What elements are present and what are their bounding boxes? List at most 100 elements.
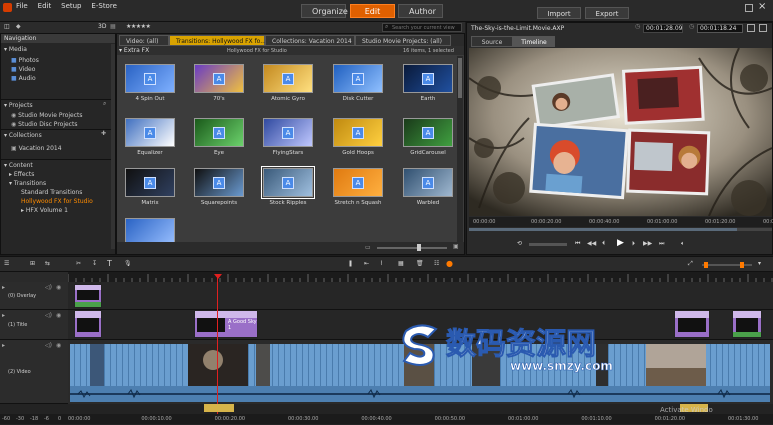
title-clip-a[interactable]	[74, 310, 102, 338]
tab-movie-projects[interactable]: Studio Movie Projects: (all)	[355, 35, 451, 46]
track-visibility-icon[interactable]: ◉	[56, 342, 61, 349]
go-to-start-icon[interactable]: ⏮	[575, 240, 580, 248]
split-icon[interactable]: ⌇	[380, 260, 383, 267]
menu-setup[interactable]: Setup	[61, 2, 81, 10]
title-clip-b[interactable]	[674, 310, 710, 338]
close-icon[interactable]: ×	[758, 1, 766, 12]
content-item-hollywood-fx[interactable]: Hollywood FX for Studio	[21, 197, 93, 206]
projects-item-movie[interactable]: ◉ Studio Movie Projects	[11, 111, 83, 120]
projects-item-disc[interactable]: ◉ Studio Disc Projects	[11, 120, 77, 129]
overlay-lane[interactable]	[68, 282, 773, 310]
timeline-zoom-handle[interactable]	[704, 262, 708, 268]
timeline-bottom-ruler[interactable]: 00:00:00 00:00:10.00 00:00:20.00 00:00:30.0…	[68, 414, 773, 424]
timeline-zoom-slider[interactable]	[702, 264, 752, 266]
mode-organize-button[interactable]: Organize	[301, 4, 348, 18]
projects-search-icon[interactable]: ⌕	[103, 100, 106, 108]
search-input[interactable]: Search your current view	[392, 25, 455, 31]
shuttle-slider[interactable]	[529, 243, 567, 246]
sidebar-toggle-icon[interactable]: ◫	[4, 23, 10, 30]
title-tool-icon[interactable]: T	[107, 259, 112, 268]
timeline-top-ruler[interactable]	[67, 272, 773, 282]
player-scrubber[interactable]	[469, 228, 772, 231]
media-item-video[interactable]: ■ Video	[11, 65, 35, 74]
media-header[interactable]: ▾ Media	[4, 45, 27, 54]
loop-icon[interactable]: ⟲	[517, 240, 522, 247]
disk-cutter-thumbnail[interactable]: A	[333, 64, 383, 93]
toggle-3d[interactable]: 3D	[98, 23, 106, 30]
tab-video[interactable]: Video: (all)	[119, 35, 169, 46]
player-popout-icon[interactable]	[747, 24, 755, 32]
search-box[interactable]: ⌕ Search your current view	[382, 23, 462, 32]
content-header[interactable]: ▾ Content	[4, 161, 33, 170]
volume-icon[interactable]: 🔈︎	[681, 240, 685, 248]
track-header-title[interactable]: ▸ (1) Title ◁) ◉	[0, 310, 68, 340]
rating-filter[interactable]: ★★★★★	[126, 23, 151, 30]
tab-transitions[interactable]: Transitions: Hollywood FX fo...	[169, 35, 266, 46]
grid-icon[interactable]: ▦	[398, 260, 404, 267]
media-item-audio[interactable]: ■ Audio	[11, 74, 36, 83]
zoom-slider-handle[interactable]	[417, 244, 421, 251]
navigation-scrollbar[interactable]	[111, 44, 115, 249]
trim-icon[interactable]: ⇤	[364, 260, 369, 267]
delete-icon[interactable]: 🗑︎	[416, 260, 424, 267]
previous-frame-icon[interactable]: ◀◀	[587, 240, 596, 247]
menu-file[interactable]: File	[16, 2, 28, 10]
track-audio-icon[interactable]: ◁)	[45, 284, 52, 291]
video-preview[interactable]	[469, 48, 772, 216]
marker-flag-icon[interactable]: ●	[446, 259, 453, 268]
marker-icon[interactable]: ↧	[92, 260, 97, 267]
mode-edit-button[interactable]: Edit	[350, 4, 395, 18]
grid-view-icon[interactable]: ▦	[110, 23, 116, 30]
dynamic-length-icon[interactable]: ❚	[348, 260, 353, 267]
maximize-icon[interactable]	[745, 4, 753, 12]
content-item-standard-transitions[interactable]: Standard Transitions	[21, 188, 82, 197]
tab-collections[interactable]: Collections: Vacation 2014	[265, 35, 355, 46]
content-item-hfx-volume-1[interactable]: ▸ HFX Volume 1	[21, 206, 68, 215]
add-collection-icon[interactable]: ✚	[101, 130, 106, 137]
next-frame-icon[interactable]: ▶▶	[643, 240, 652, 247]
go-to-end-icon[interactable]: ⏭	[659, 240, 664, 248]
warbled-thumbnail[interactable]: A	[403, 168, 453, 197]
track-header-overlay[interactable]: ▸ (0) Overlay ◁) ◉	[0, 282, 68, 310]
tag-icon[interactable]: ◆	[16, 23, 21, 30]
matrix-thumbnail[interactable]: A	[125, 168, 175, 197]
seventies-thumbnail[interactable]: A	[194, 64, 244, 93]
atomic-gyro-thumbnail[interactable]: A	[263, 64, 313, 93]
voiceover-icon[interactable]: 🎙︎	[124, 260, 132, 267]
track-collapse-icon[interactable]: ▸	[2, 284, 5, 291]
spin-out-thumbnail[interactable]: A	[125, 64, 175, 93]
link-icon[interactable]: ⇆	[45, 260, 50, 267]
grid-carousel-thumbnail[interactable]: A	[403, 118, 453, 147]
playhead-handle-icon[interactable]	[214, 274, 222, 279]
content-item-effects[interactable]: ▸ Effects	[9, 170, 34, 179]
earth-thumbnail[interactable]: A	[403, 64, 453, 93]
media-item-photos[interactable]: ■ Photos	[11, 56, 39, 65]
squarepoints-thumbnail[interactable]: A	[194, 168, 244, 197]
range-marker[interactable]	[204, 404, 234, 412]
equalizer-thumbnail[interactable]: A	[125, 118, 175, 147]
title-clip-main[interactable]: A Good Sky 1	[194, 310, 258, 338]
snap-icon[interactable]: ⊞	[30, 260, 35, 267]
stretch-squash-thumbnail[interactable]: A	[333, 168, 383, 197]
collections-item-vacation[interactable]: ▣ Vacation 2014	[11, 144, 62, 153]
timeline-zoom-handle-end[interactable]	[740, 262, 744, 268]
title-clip-c[interactable]	[732, 310, 762, 338]
import-button[interactable]: Import	[537, 7, 581, 19]
step-back-icon[interactable]: ⏴	[602, 240, 605, 248]
export-button[interactable]: Export	[585, 7, 629, 19]
player-ruler[interactable]: 00:00:00 00:00:20.00 00:00:40.00 00:01:00.0…	[469, 217, 773, 227]
step-forward-icon[interactable]: ⏵	[632, 240, 635, 248]
timeline-playhead[interactable]	[217, 276, 218, 414]
razor-icon[interactable]: ✂	[76, 260, 81, 267]
track-visibility-icon[interactable]: ◉	[56, 284, 61, 291]
track-visibility-icon[interactable]: ◉	[56, 312, 61, 319]
audio-mixer-icon[interactable]: ☷	[434, 260, 439, 267]
thumbnail-zoom-slider[interactable]	[377, 247, 447, 249]
timeline-menu-icon[interactable]: ▾	[758, 260, 761, 267]
track-collapse-icon[interactable]: ▸	[2, 312, 5, 319]
menu-edit[interactable]: Edit	[38, 2, 52, 10]
track-collapse-icon[interactable]: ▸	[2, 342, 5, 349]
content-item-transitions[interactable]: ▾ Transitions	[9, 179, 46, 188]
gold-hoops-thumbnail[interactable]: A	[333, 118, 383, 147]
projects-header[interactable]: ▾ Projects	[4, 101, 33, 110]
